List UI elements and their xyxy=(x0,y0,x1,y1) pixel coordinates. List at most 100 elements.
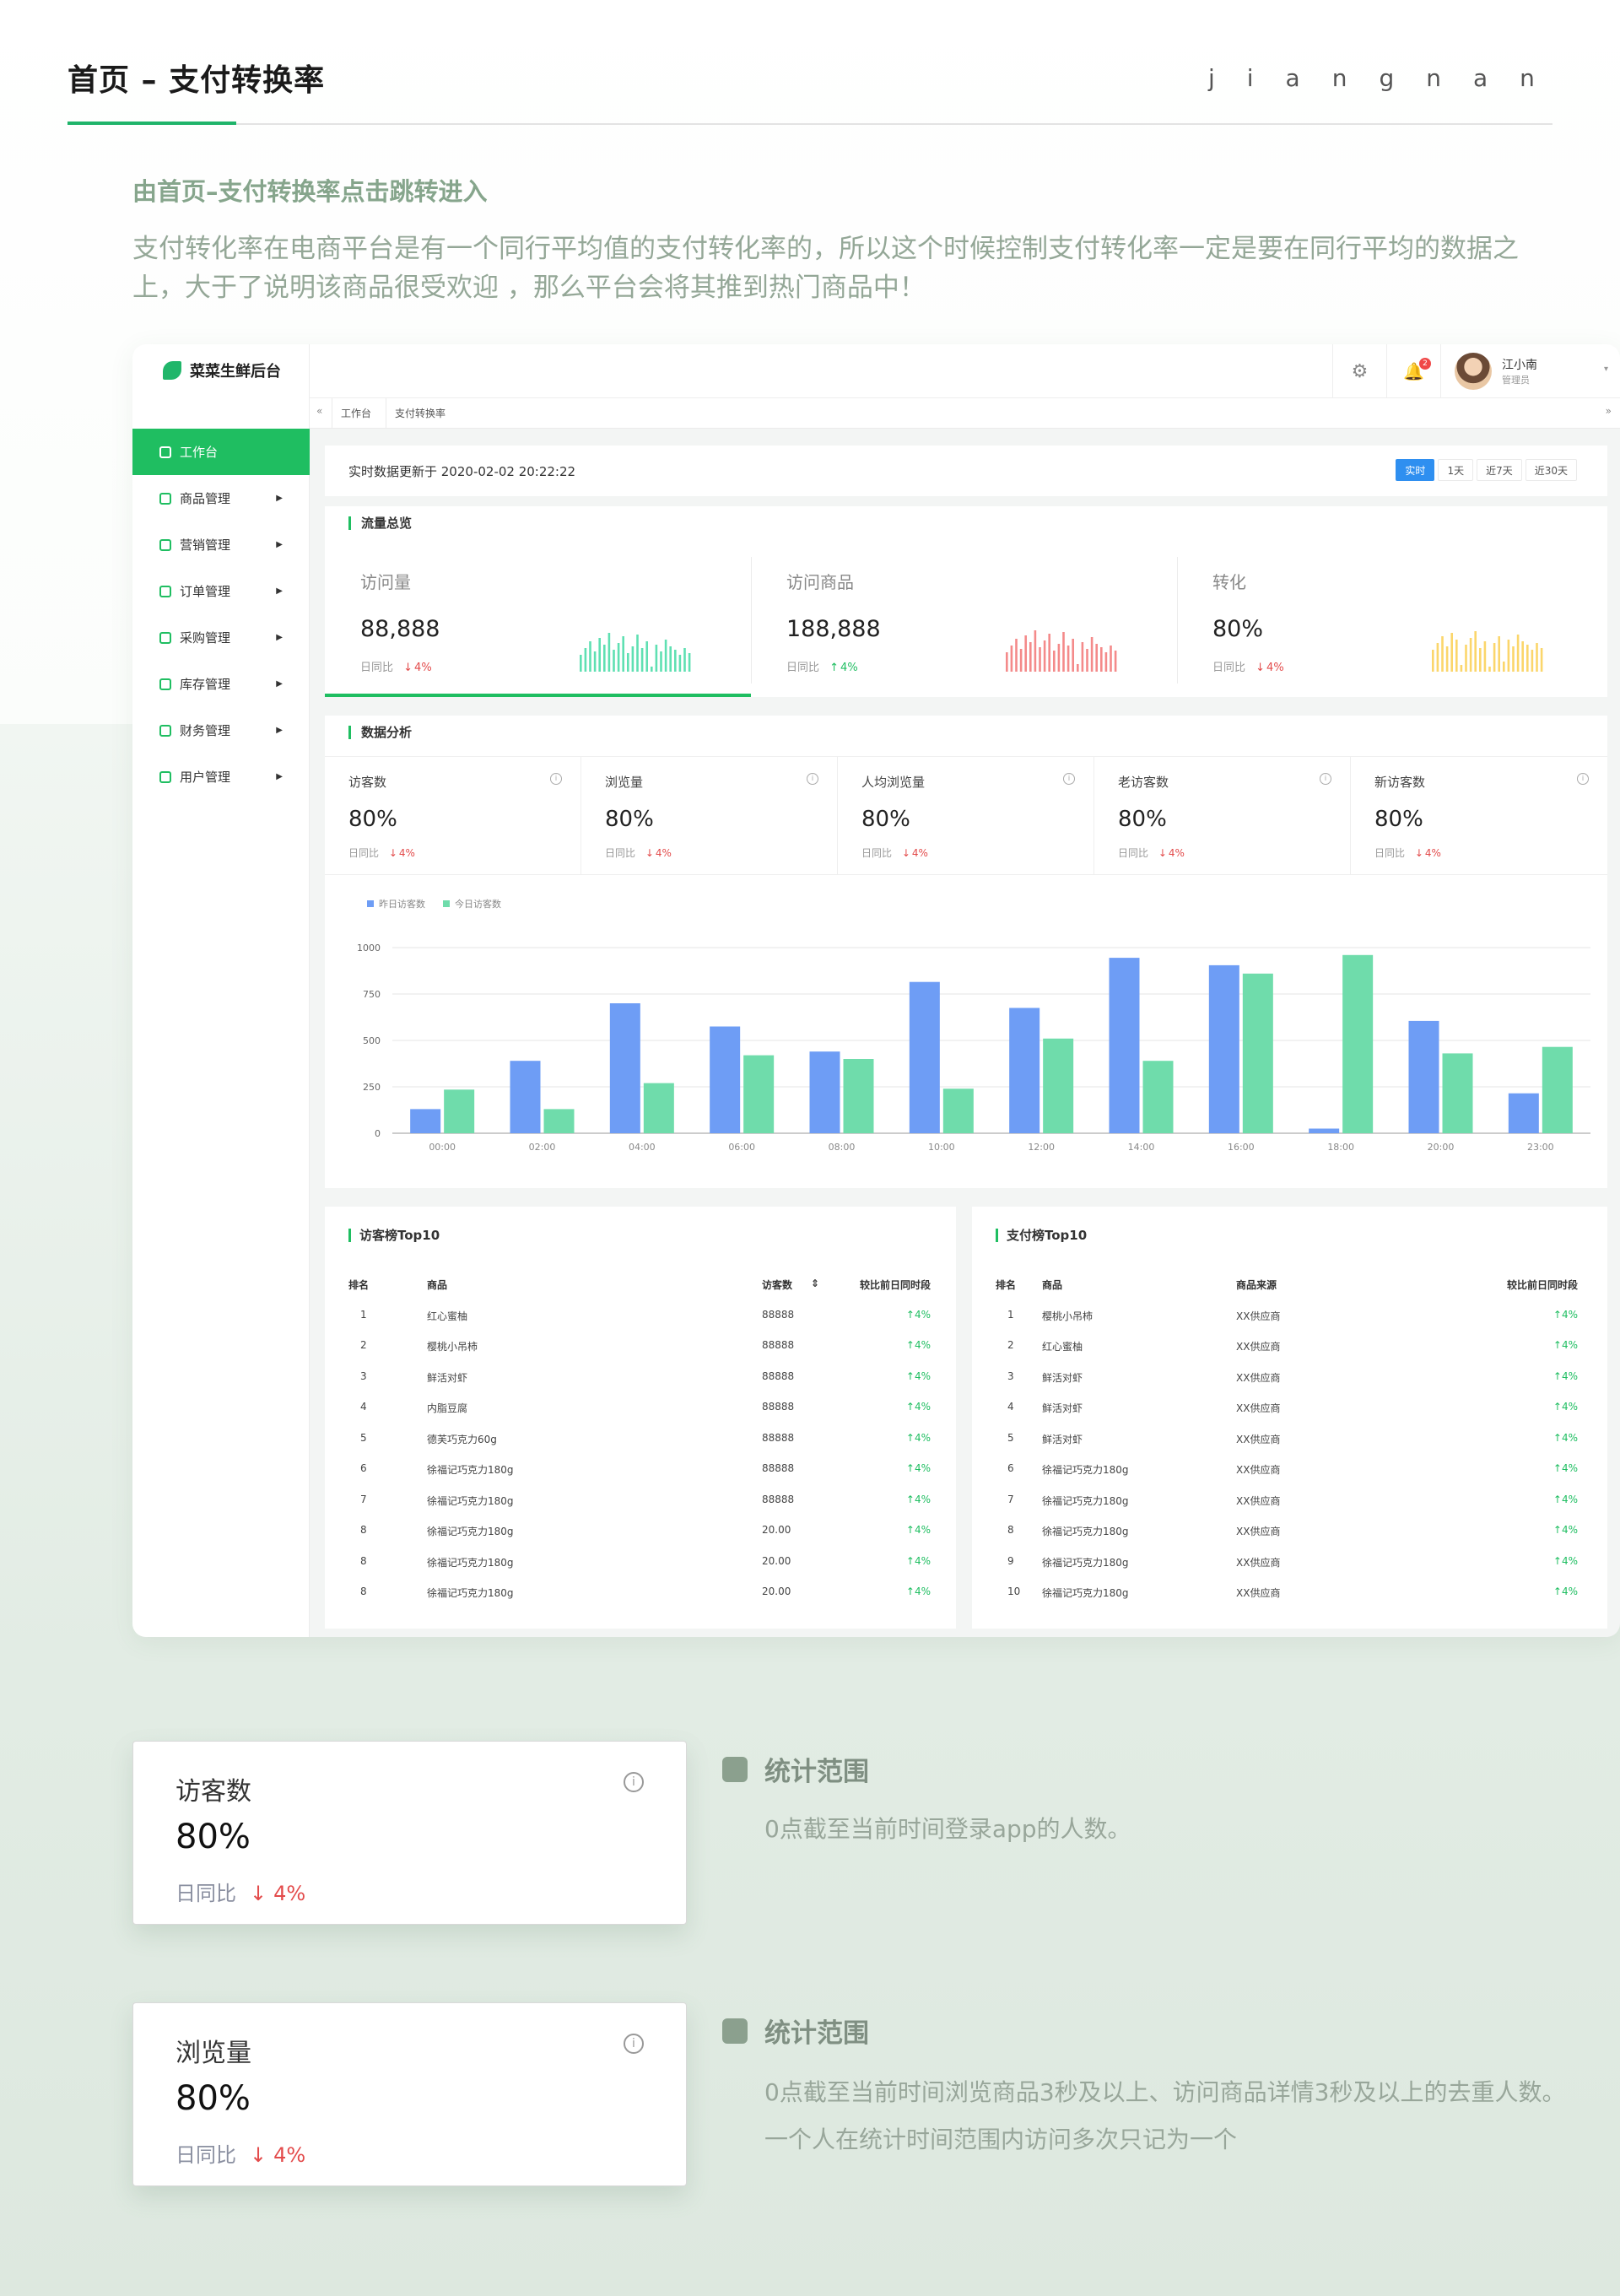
traffic-visits[interactable]: 访问量 88,888 日同比 ↓ 4% xyxy=(325,557,751,692)
tab-dashboard[interactable]: 工作台 xyxy=(332,398,380,429)
table-row[interactable]: 7 徐福记巧克力180g 88888 ↑4% xyxy=(348,1483,931,1515)
app-logo[interactable]: 菜菜生鲜后台 xyxy=(163,359,281,381)
sort-icon[interactable]: ⇕ xyxy=(811,1278,819,1289)
bar-yesterday[interactable] xyxy=(510,1061,541,1133)
sidebar-item-7[interactable]: 用户管理 ▶ xyxy=(132,754,310,800)
legend-label[interactable]: 昨日访客数 xyxy=(379,898,425,910)
bar-today[interactable] xyxy=(543,1109,575,1133)
table-row[interactable]: 8 徐福记巧克力180g 20.00 ↑4% xyxy=(348,1575,931,1607)
bar-today[interactable] xyxy=(942,1089,974,1133)
sparkline-bar xyxy=(1077,664,1079,672)
traffic-conversion[interactable]: 转化 80% 日同比 ↓ 4% xyxy=(1177,557,1603,692)
table-row[interactable]: 2 樱桃小吊柿 88888 ↑4% xyxy=(348,1329,931,1360)
table-row[interactable]: 4 鲜活对虾 XX供应商 ↑4% xyxy=(996,1391,1578,1422)
tab-scroll-left-icon[interactable]: « xyxy=(316,405,322,417)
notifications-button[interactable]: 🔔 2 xyxy=(1386,344,1440,398)
table-row[interactable]: 10 徐福记巧克力180g XX供应商 ↑4% xyxy=(996,1575,1578,1607)
bar-yesterday[interactable] xyxy=(809,1051,840,1133)
sidebar-item-5[interactable]: 库存管理 ▶ xyxy=(132,661,310,707)
rank-cell: 2 xyxy=(1007,1339,1014,1351)
bar-today[interactable] xyxy=(643,1083,674,1133)
table-row[interactable]: 4 内脂豆腐 88888 ↑4% xyxy=(348,1391,931,1422)
arrow-up-icon: ↑ xyxy=(1552,1493,1562,1505)
info-icon[interactable]: i xyxy=(1320,773,1331,785)
traffic-visits-sparkline xyxy=(580,633,691,672)
column-header[interactable]: 访客数 xyxy=(762,1278,792,1292)
bar-yesterday[interactable] xyxy=(1208,964,1239,1133)
bar-yesterday[interactable] xyxy=(1309,1128,1340,1134)
bar-today[interactable] xyxy=(843,1059,874,1133)
table-row[interactable]: 8 徐福记巧克力180g 20.00 ↑4% xyxy=(348,1514,931,1545)
traffic-products-compare: 日同比 ↑ 4% xyxy=(786,658,858,674)
traffic-products[interactable]: 访问商品 188,888 日同比 ↑ 4% xyxy=(751,557,1177,692)
info-icon[interactable]: i xyxy=(1063,773,1075,785)
header-divider xyxy=(68,123,1552,125)
delta-value: 4% xyxy=(914,1339,931,1351)
metric-card-1[interactable]: 浏览量 i 80% 日同比 ↓ 4% xyxy=(581,756,838,874)
bar-yesterday[interactable] xyxy=(1408,1020,1439,1133)
tab-pay-conversion[interactable]: 支付转换率 xyxy=(386,398,454,429)
y-tick-label: 500 xyxy=(363,1035,381,1046)
sidebar-item-1[interactable]: 商品管理 ▶ xyxy=(132,475,310,521)
info-icon[interactable]: i xyxy=(624,1772,644,1792)
sparkline-bar xyxy=(636,635,639,672)
traffic-visits-compare: 日同比 ↓ 4% xyxy=(360,658,432,674)
bar-today[interactable] xyxy=(1043,1038,1074,1133)
legend-label[interactable]: 今日访客数 xyxy=(455,898,501,910)
sidebar-item-4[interactable]: 采购管理 ▶ xyxy=(132,614,310,661)
sidebar-item-0[interactable]: 工作台 xyxy=(132,429,310,475)
bar-yesterday[interactable] xyxy=(1109,958,1140,1133)
bar-today[interactable] xyxy=(1542,1046,1573,1133)
bar-today[interactable] xyxy=(743,1055,775,1133)
info-icon[interactable]: i xyxy=(624,2034,644,2054)
table-row[interactable]: 8 徐福记巧克力180g XX供应商 ↑4% xyxy=(996,1514,1578,1545)
bar-today[interactable] xyxy=(1342,954,1374,1133)
metric-card-0[interactable]: 访客数 i 80% 日同比 ↓ 4% xyxy=(325,756,581,874)
metric-card-4[interactable]: 新访客数 i 80% 日同比 ↓ 4% xyxy=(1351,756,1607,874)
sidebar-item-label: 用户管理 xyxy=(180,770,231,785)
user-menu[interactable]: 江小南 管理员 ▾ xyxy=(1440,344,1620,398)
info-icon[interactable]: i xyxy=(807,773,818,785)
table-row[interactable]: 1 樱桃小吊柿 XX供应商 ↑4% xyxy=(996,1299,1578,1330)
tab-scroll-right-icon[interactable]: » xyxy=(1606,405,1612,417)
bar-yesterday[interactable] xyxy=(1009,1008,1040,1134)
rank-cell: 1 xyxy=(360,1308,367,1321)
bar-yesterday[interactable] xyxy=(909,981,940,1133)
metric-card-3[interactable]: 老访客数 i 80% 日同比 ↓ 4% xyxy=(1094,756,1351,874)
sparkline-bar xyxy=(1034,630,1037,672)
sidebar-item-3[interactable]: 订单管理 ▶ xyxy=(132,568,310,614)
table-row[interactable]: 1 红心蜜柚 88888 ↑4% xyxy=(348,1299,931,1330)
bar-yesterday[interactable] xyxy=(710,1026,741,1134)
table-row[interactable]: 5 德芙巧克力60g 88888 ↑4% xyxy=(348,1422,931,1453)
table-row[interactable]: 3 鲜活对虾 XX供应商 ↑4% xyxy=(996,1360,1578,1391)
metric-value: 80% xyxy=(605,807,654,832)
info-icon[interactable]: i xyxy=(1577,773,1589,785)
table-row[interactable]: 5 鲜活对虾 XX供应商 ↑4% xyxy=(996,1422,1578,1453)
page-view-scope-text: 0点截至当前时间浏览商品3秒及以上、访问商品详情3秒及以上的去重人数。一个人在统… xyxy=(764,2078,1566,2153)
range-realtime-button[interactable]: 实时 xyxy=(1396,459,1435,481)
rank-cell: 3 xyxy=(1007,1369,1014,1382)
table-row[interactable]: 6 徐福记巧克力180g 88888 ↑4% xyxy=(348,1452,931,1483)
bar-today[interactable] xyxy=(1142,1061,1174,1133)
bar-yesterday[interactable] xyxy=(410,1109,441,1133)
range-7days-button[interactable]: 近7天 xyxy=(1477,459,1522,481)
range-30days-button[interactable]: 近30天 xyxy=(1525,459,1577,481)
metric-card-2[interactable]: 人均浏览量 i 80% 日同比 ↓ 4% xyxy=(838,756,1094,874)
info-icon[interactable]: i xyxy=(550,773,562,785)
table-row[interactable]: 9 徐福记巧克力180g XX供应商 ↑4% xyxy=(996,1545,1578,1576)
bar-today[interactable] xyxy=(444,1089,475,1133)
sidebar-item-6[interactable]: 财务管理 ▶ xyxy=(132,707,310,754)
table-row[interactable]: 2 红心蜜柚 XX供应商 ↑4% xyxy=(996,1329,1578,1360)
bar-yesterday[interactable] xyxy=(1508,1093,1539,1133)
range-1day-button[interactable]: 1天 xyxy=(1438,459,1474,481)
sidebar-item-2[interactable]: 营销管理 ▶ xyxy=(132,521,310,568)
table-row[interactable]: 3 鲜活对虾 88888 ↑4% xyxy=(348,1360,931,1391)
settings-button[interactable]: ⚙ xyxy=(1332,344,1386,398)
bar-today[interactable] xyxy=(1242,973,1273,1133)
bar-yesterday[interactable] xyxy=(609,1003,640,1133)
bar-today[interactable] xyxy=(1442,1053,1473,1133)
sparkline-bar xyxy=(1043,640,1046,672)
table-row[interactable]: 8 徐福记巧克力180g 20.00 ↑4% xyxy=(348,1545,931,1576)
table-row[interactable]: 7 徐福记巧克力180g XX供应商 ↑4% xyxy=(996,1483,1578,1515)
table-row[interactable]: 6 徐福记巧克力180g XX供应商 ↑4% xyxy=(996,1452,1578,1483)
